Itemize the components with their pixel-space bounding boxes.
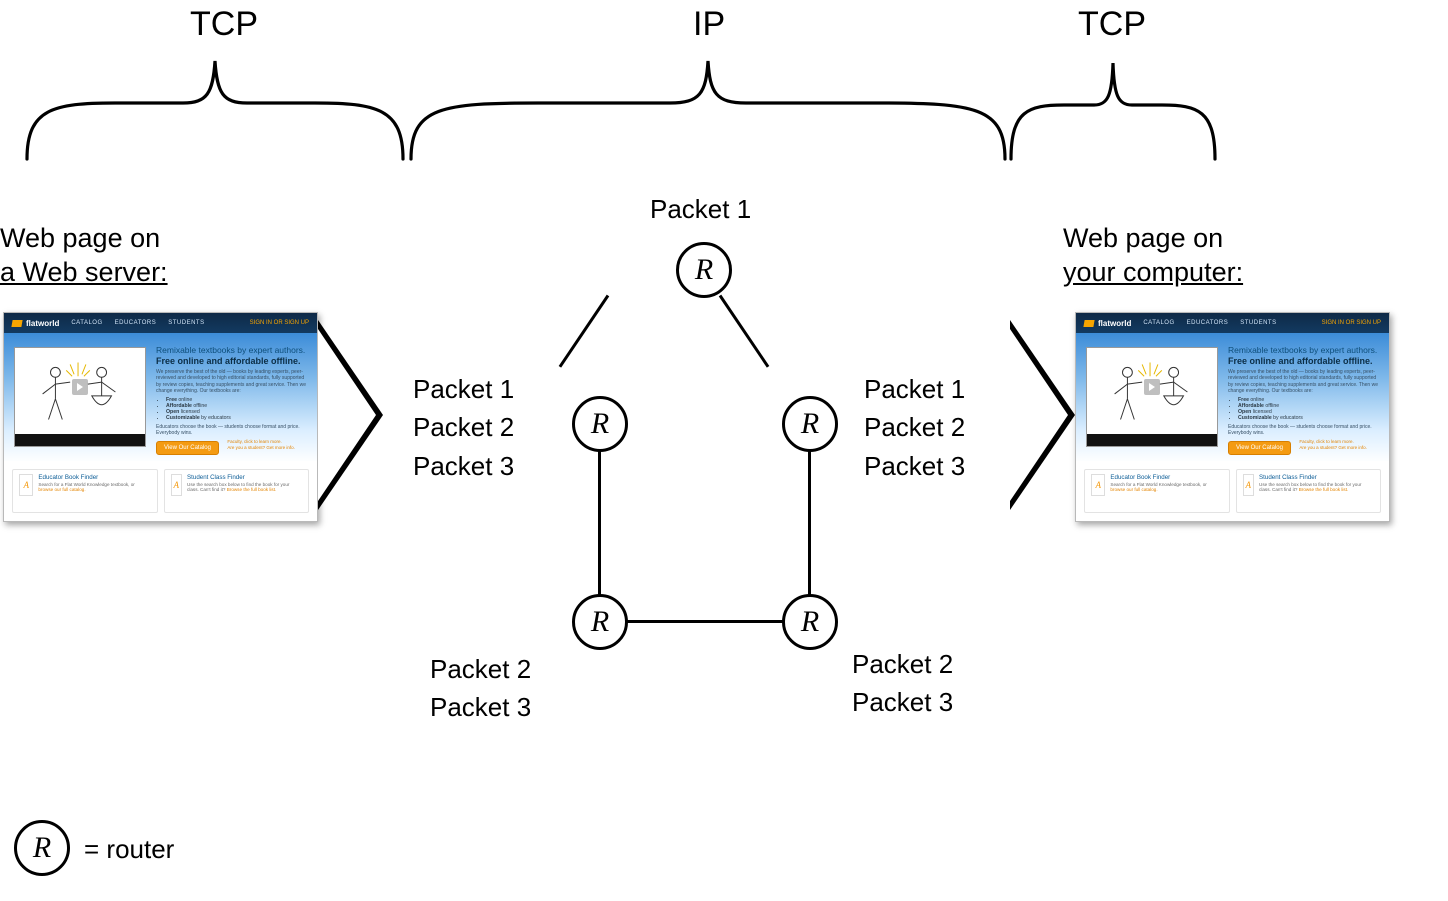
router-bot-right: R (782, 594, 838, 650)
legend-router-node: R (14, 820, 70, 876)
edge-ml-bl (598, 450, 601, 596)
webcard-topbar: flatworld CATALOG EDUCATORS STUDENTS SIG… (4, 313, 317, 333)
exit-packet-2: Packet 2 (864, 408, 965, 446)
label-webpage-client-l2: your computer: (1063, 257, 1243, 287)
hero-h1: Remixable textbooks by expert authors. (156, 345, 309, 355)
router-mid-right: R (782, 396, 838, 452)
bottom-left-packet-3: Packet 3 (430, 688, 531, 726)
hero-p2: Educators choose the book — students cho… (156, 424, 309, 436)
label-webpage-client-l1: Web page on (1063, 223, 1223, 253)
brace-left (25, 57, 405, 162)
exit-packet-3: Packet 3 (864, 447, 965, 485)
edge-mr-br (808, 450, 811, 596)
heading-tcp-left: TCP (190, 5, 258, 44)
label-webpage-server-l2: a Web server: (0, 257, 168, 287)
entry-packet-1: Packet 1 (413, 370, 514, 408)
signin-link: SIGN IN OR SIGN UP (250, 320, 309, 326)
webcard-hero: Remixable textbooks by expert authors. F… (4, 333, 317, 463)
edge-top-mr (719, 295, 770, 368)
heading-tcp-right: TCP (1078, 5, 1146, 44)
nav-students: STUDENTS (168, 320, 204, 326)
router-top: R (676, 242, 732, 298)
entry-packet-3: Packet 3 (413, 447, 514, 485)
bottom-right-packet-2: Packet 2 (852, 645, 953, 683)
edge-bl-br (626, 620, 784, 623)
diagram-root: TCP IP TCP Web page on a Web server: Web… (0, 0, 1448, 901)
label-webpage-server: Web page on a Web server: (0, 222, 168, 290)
brace-middle (408, 57, 1008, 162)
hero-p: We preserve the best of the old — books … (156, 369, 309, 394)
bottom-left-packets: Packet 2 Packet 3 (430, 650, 531, 727)
router-bot-left: R (572, 594, 628, 650)
hero-h2: Free online and affordable offline. (156, 356, 309, 366)
hero-video (14, 347, 146, 447)
exit-packets: Packet 1 Packet 2 Packet 3 (864, 370, 965, 485)
label-webpage-server-l1: Web page on (0, 223, 160, 253)
webpage-client-card: flatworld CATALOG EDUCATORS STUDENTS SIG… (1075, 312, 1390, 522)
arrowhead-right (1010, 320, 1075, 510)
arrowhead-left (318, 320, 383, 510)
label-webpage-client: Web page on your computer: (1063, 222, 1243, 290)
heading-ip: IP (693, 5, 725, 44)
top-packet-label: Packet 1 (650, 194, 751, 225)
webcard-finders: AEducator Book FinderSearch for a Flat W… (4, 461, 317, 521)
webpage-server-card: flatworld CATALOG EDUCATORS STUDENTS SIG… (3, 312, 318, 522)
brace-right (1008, 57, 1218, 162)
router-mid-left: R (572, 396, 628, 452)
legend-text: = router (84, 834, 174, 865)
entry-packet-2: Packet 2 (413, 408, 514, 446)
entry-packets: Packet 1 Packet 2 Packet 3 (413, 370, 514, 485)
bottom-left-packet-2: Packet 2 (430, 650, 531, 688)
hero-bullets: Free online Affordable offline Open lice… (156, 397, 309, 421)
nav-catalog: CATALOG (71, 320, 102, 326)
play-icon (1144, 379, 1160, 395)
hero-cta: View Our Catalog (156, 441, 219, 455)
brand-text: flatworld (26, 319, 59, 328)
nav-educators: EDUCATORS (115, 320, 157, 326)
exit-packet-1: Packet 1 (864, 370, 965, 408)
bottom-right-packets: Packet 2 Packet 3 (852, 645, 953, 722)
edge-top-ml (559, 295, 610, 368)
play-icon (72, 379, 88, 395)
bottom-right-packet-3: Packet 3 (852, 683, 953, 721)
